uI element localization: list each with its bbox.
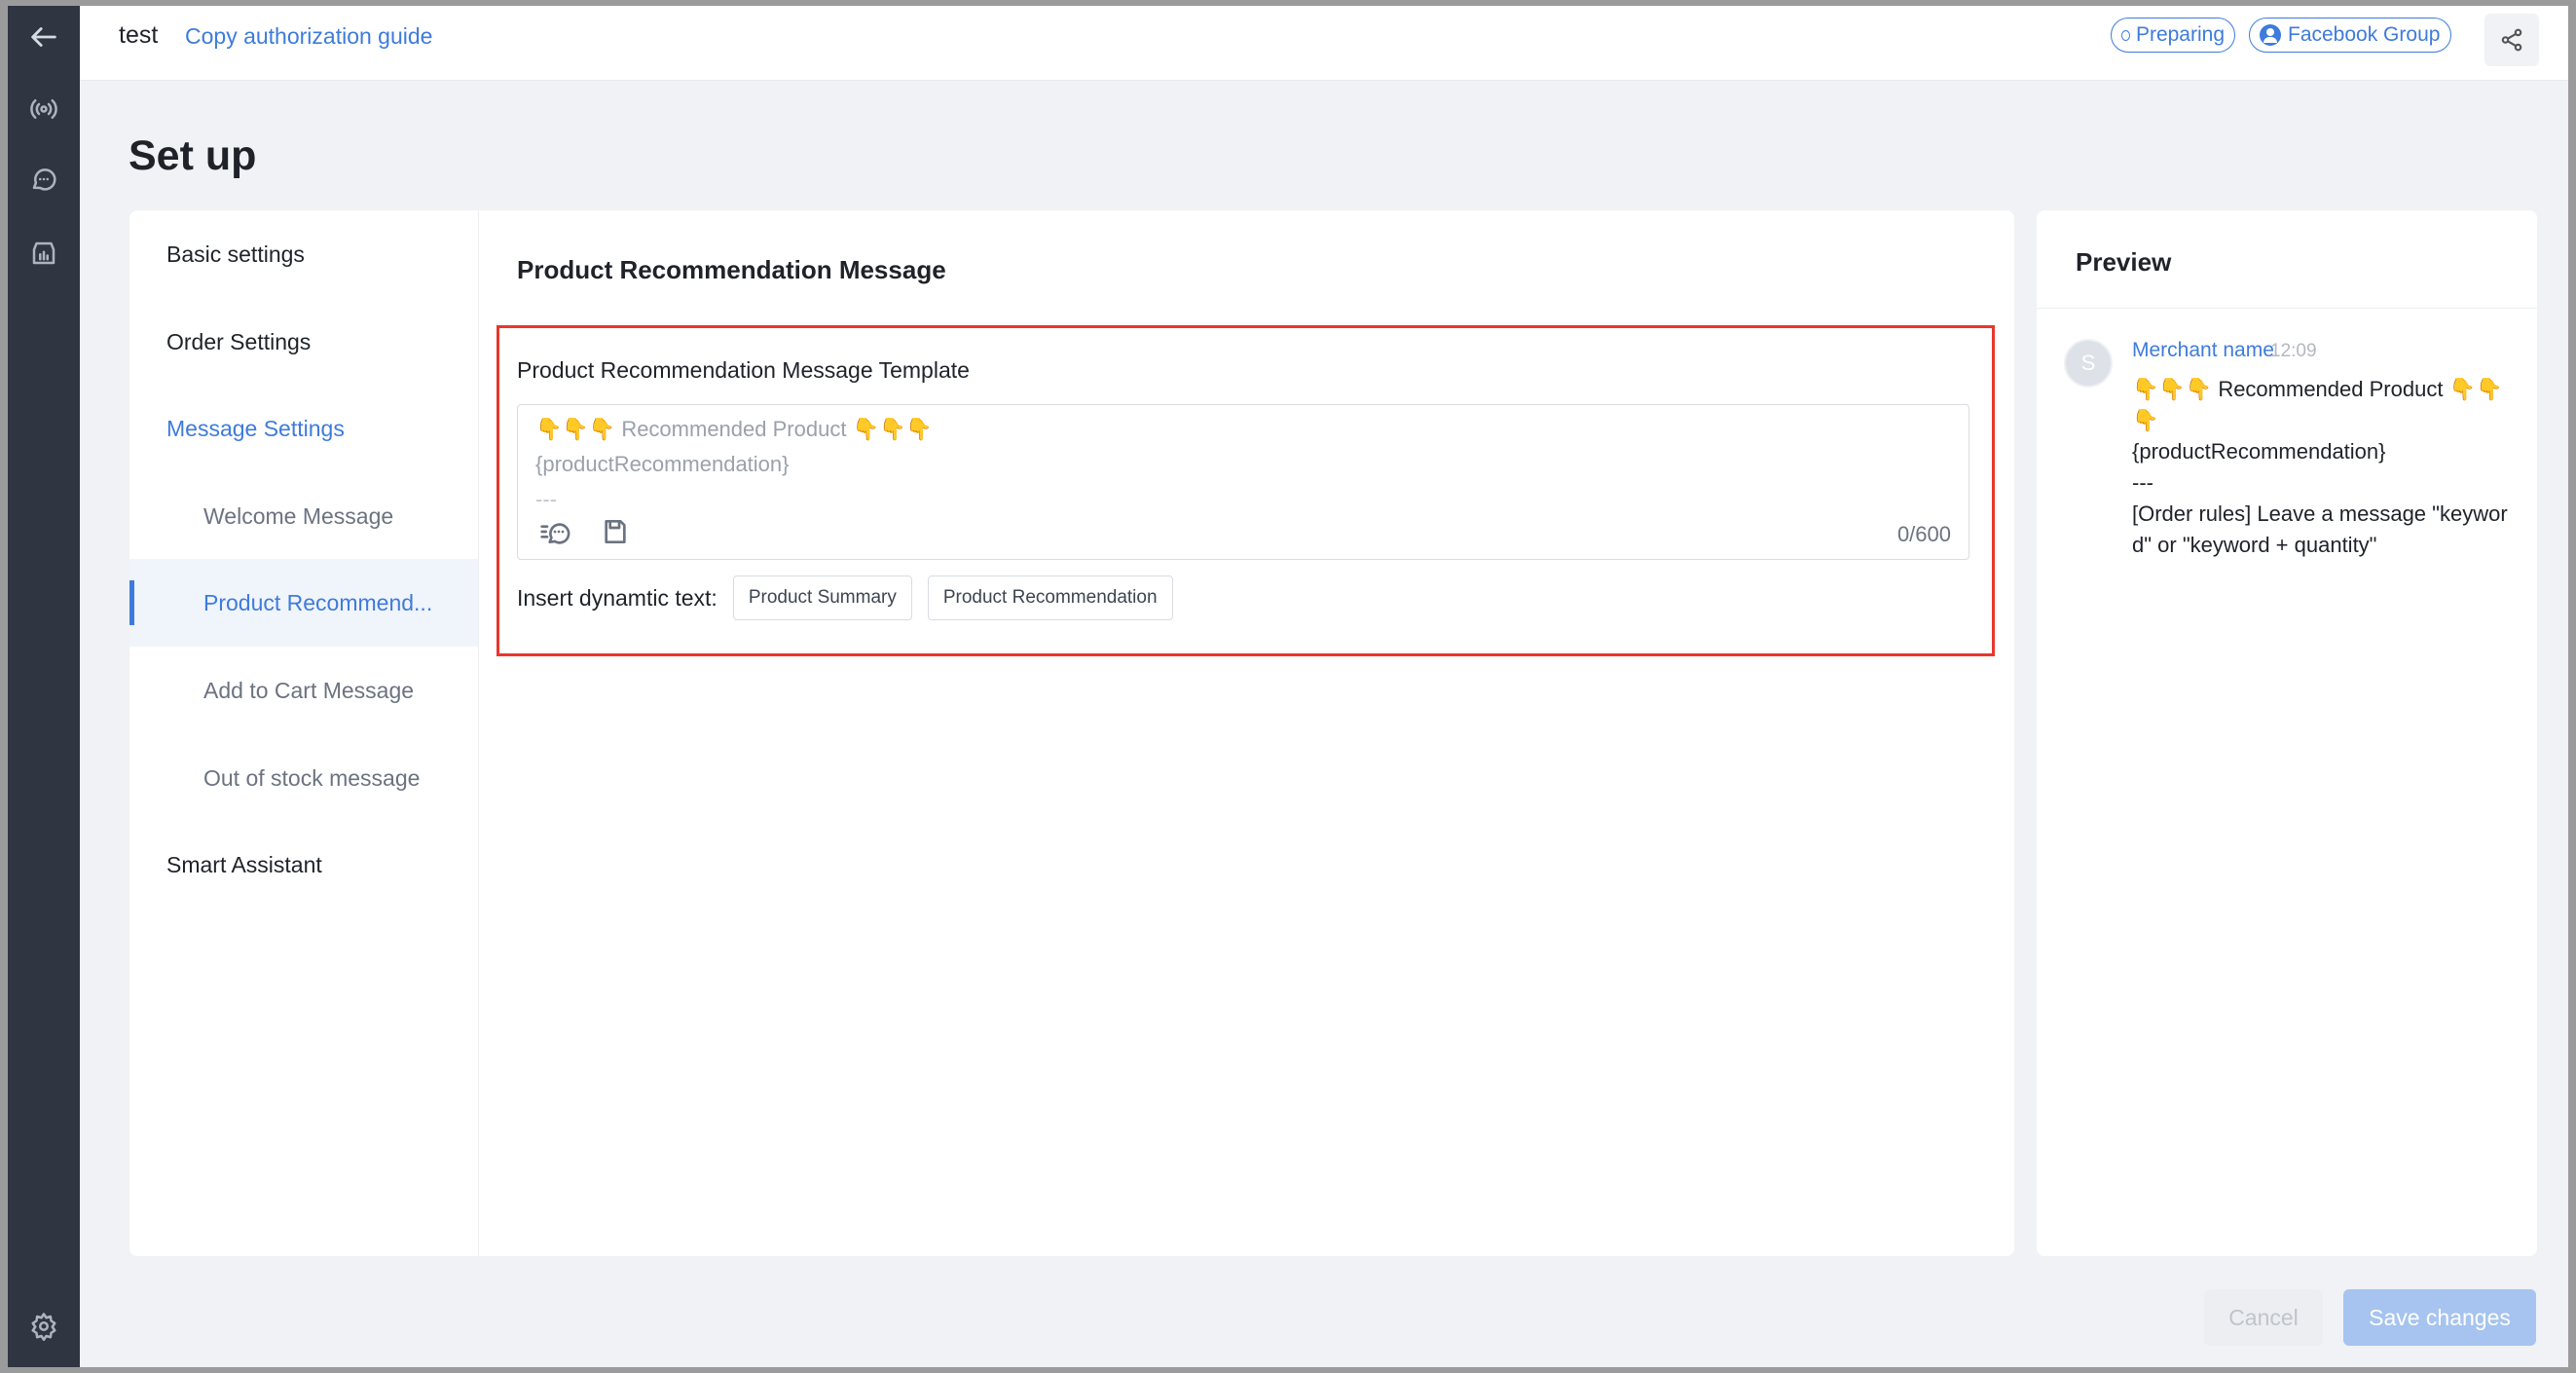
app-window: test Copy authorization guide Preparing … [8, 6, 2568, 1367]
preview-line-3: --- [2132, 470, 2153, 495]
settings-card: Basic settings Order Settings Message Se… [129, 210, 2014, 1256]
share-icon [2501, 28, 2522, 52]
share-button[interactable] [2484, 14, 2539, 66]
insert-product-summary-button[interactable]: Product Summary [732, 575, 912, 620]
nav-add-to-cart-message[interactable]: Add to Cart Message [129, 647, 478, 734]
message-time: 12:09 [2270, 341, 2317, 361]
nav-product-recommendation[interactable]: Product Recommend... [129, 559, 478, 647]
template-textarea[interactable]: 👇👇👇 Recommended Product 👇👇👇 {productReco… [517, 404, 1969, 560]
editor-toolbar [537, 514, 633, 549]
nav-label: Product Recommend... [203, 589, 433, 615]
page-title: Set up [129, 132, 257, 179]
nav-label: Welcome Message [203, 502, 394, 529]
cancel-button[interactable]: Cancel [2204, 1289, 2323, 1346]
broadcast-icon[interactable] [8, 80, 80, 138]
nav-welcome-message[interactable]: Welcome Message [129, 472, 478, 560]
avatar: S [2064, 339, 2113, 388]
preview-line-2: {productRecommendation} [2132, 439, 2386, 464]
preview-message: 👇👇👇 Recommended Product 👇👇👇 {productReco… [2132, 374, 2514, 561]
gear-icon[interactable] [8, 1297, 80, 1355]
emoji-text: 👇👇👇 [2132, 377, 2213, 401]
quick-reply-icon[interactable] [537, 514, 572, 549]
emoji-text: 👇👇👇 [535, 417, 616, 441]
status-badge: Preparing [2111, 18, 2235, 53]
status-badge-label: Preparing [2135, 23, 2225, 46]
nav-label: Smart Assistant [166, 851, 322, 877]
template-field-label: Product Recommendation Message Template [517, 357, 970, 383]
nav-label: Basic settings [166, 241, 305, 267]
sender-name: Merchant name [2132, 339, 2274, 361]
back-arrow-icon[interactable] [8, 8, 80, 66]
nav-label: Message Settings [166, 415, 345, 441]
template-editor-section: Product Recommendation Message Template … [497, 325, 1995, 656]
app-name: test [119, 21, 159, 49]
nav-message-settings[interactable]: Message Settings [129, 385, 478, 472]
insert-product-recommendation-button[interactable]: Product Recommendation [927, 575, 1173, 620]
nav-out-of-stock-message[interactable]: Out of stock message [129, 734, 478, 822]
facebook-group-badge[interactable]: Facebook Group [2249, 18, 2451, 53]
editor-placeholder-line-1: 👇👇👇 Recommended Product 👇👇👇 [535, 417, 933, 442]
settings-nav: Basic settings Order Settings Message Se… [129, 210, 479, 1256]
emoji-text: 👇👇👇 [852, 417, 933, 441]
preview-card: Preview S Merchant name 12:09 👇👇👇 Recomm… [2037, 210, 2537, 1256]
placeholder-text: Recommended Product [621, 417, 847, 441]
editor-placeholder-line-2: {productRecommendation} [535, 452, 790, 476]
preview-title: Preview [2076, 247, 2172, 277]
copy-guide-link[interactable]: Copy authorization guide [185, 23, 432, 50]
preview-line-4: [Order rules] Leave a message "keyword" … [2132, 501, 2508, 557]
character-counter: 0/600 [1896, 522, 1951, 546]
section-title: Product Recommendation Message [517, 255, 946, 284]
group-icon [2260, 24, 2281, 46]
insert-dynamic-label: Insert dynamtic text: [517, 584, 718, 611]
preview-text: Recommended Product [2218, 377, 2444, 401]
nav-basic-settings[interactable]: Basic settings [129, 210, 478, 298]
status-dot-icon [2121, 29, 2130, 41]
nav-label: Add to Cart Message [203, 677, 415, 703]
top-bar: test Copy authorization guide Preparing … [80, 6, 2568, 81]
chat-icon[interactable] [8, 150, 80, 208]
editor-placeholder-line-3: --- [535, 487, 557, 504]
facebook-group-label: Facebook Group [2288, 23, 2441, 46]
save-changes-button[interactable]: Save changes [2343, 1289, 2536, 1346]
nav-label: Order Settings [166, 328, 312, 354]
preview-line-1: 👇👇👇 Recommended Product 👇👇👇 [2132, 374, 2514, 436]
insert-dynamic-row: Insert dynamtic text: Product Summary Pr… [517, 575, 1189, 620]
nav-label: Out of stock message [203, 764, 421, 791]
nav-order-settings[interactable]: Order Settings [129, 298, 478, 386]
save-template-icon[interactable] [598, 514, 633, 549]
divider [2037, 308, 2537, 309]
left-rail [8, 6, 80, 1367]
store-chart-icon[interactable] [8, 224, 80, 282]
nav-smart-assistant[interactable]: Smart Assistant [129, 821, 478, 909]
